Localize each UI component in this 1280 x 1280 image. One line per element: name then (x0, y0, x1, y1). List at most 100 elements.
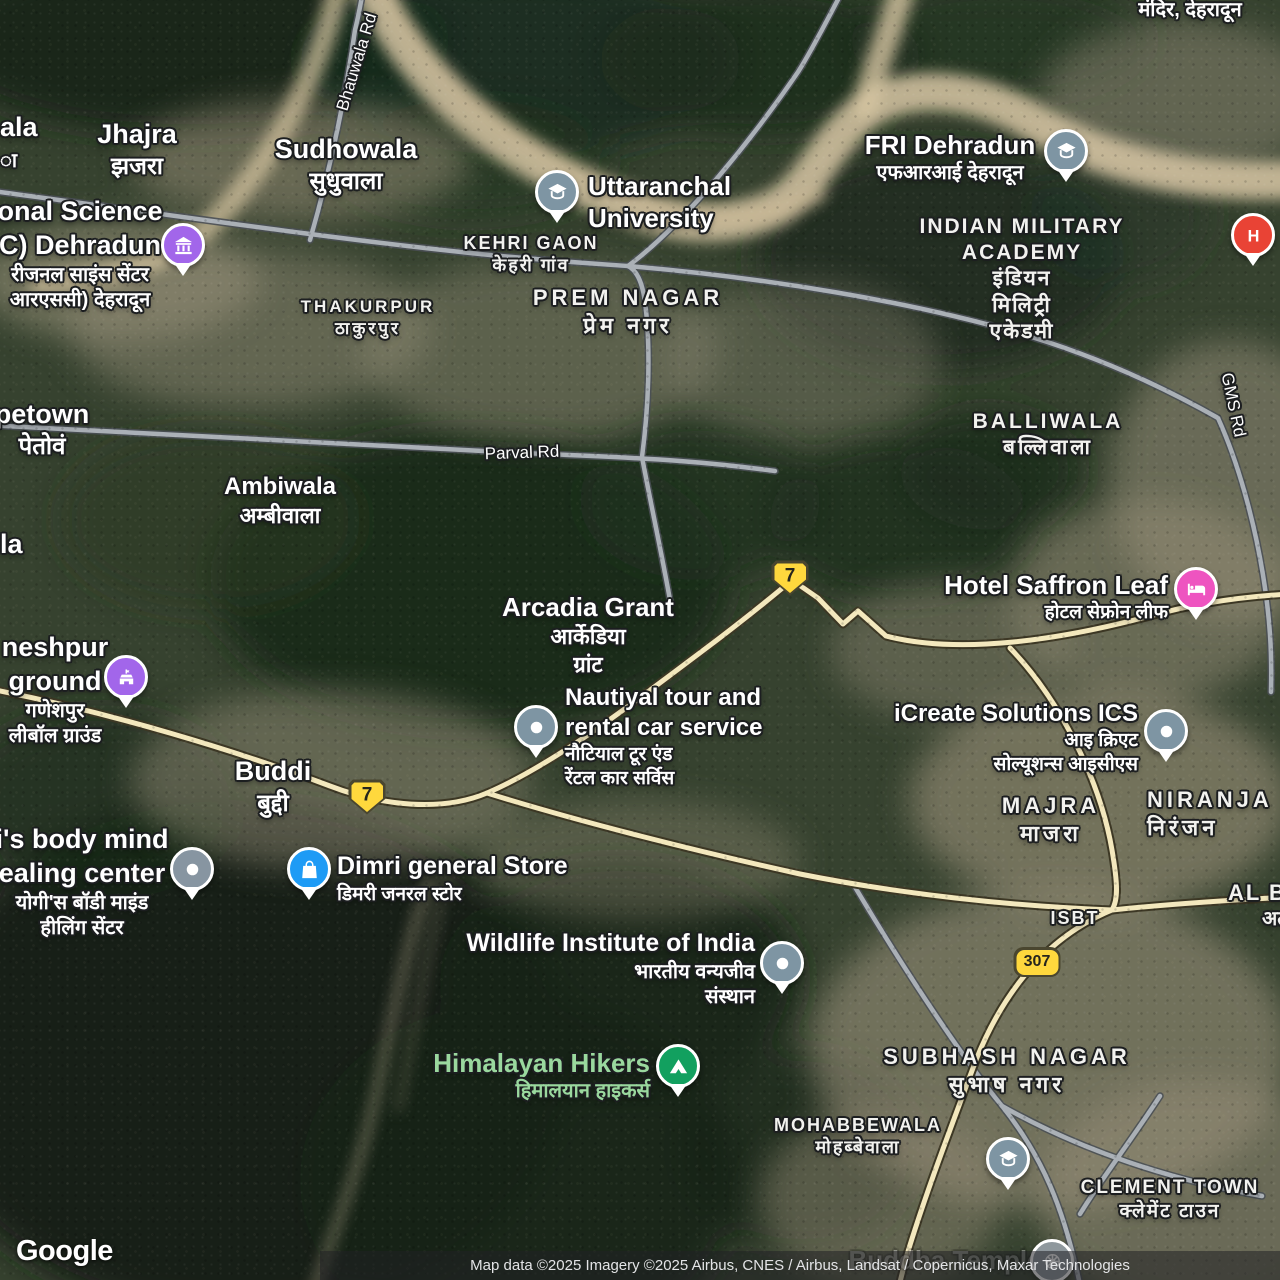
map-label-ala-hindi-fragment: ा (0, 149, 17, 174)
bag-icon (298, 858, 321, 881)
school-icon (997, 1148, 1020, 1171)
map-label-line: इंडियन (920, 266, 1125, 292)
map-label-line: PREM NAGAR (533, 284, 723, 312)
map-label-line: Buddi (235, 755, 311, 789)
tent-icon (667, 1055, 690, 1078)
map-label-arcadia-grant[interactable]: Arcadia Grantआर्केडियाग्रांट (502, 591, 674, 679)
map-label-wildlife-institute[interactable]: Wildlife Institute of Indiaभारतीय वन्यजी… (466, 928, 755, 1009)
map-label-line: iCreate Solutions ICS (894, 699, 1138, 729)
google-maps-satellite-canvas[interactable]: alaाJhajraझजराSudhowalaसुधुवालाonal Scie… (0, 0, 1280, 1280)
map-label-line: petown (0, 398, 89, 432)
dot-icon (1155, 720, 1178, 743)
map-label-line: neshpur (2, 631, 109, 665)
map-label-line: रीजनल साइंस सेंटर (0, 263, 163, 288)
map-label-line: हिमालयान हाइकर्स (433, 1079, 650, 1104)
map-label-clement-town: CLEMENT TOWNक्लेमेंट टाउन (1081, 1176, 1260, 1224)
svg-text:H: H (1247, 227, 1259, 245)
map-label-line: आइ क्रिएट (894, 729, 1138, 753)
map-label-line: CLEMENT TOWN (1081, 1176, 1260, 1200)
road-label-bhauwala-rd: Bhauwala Rd (333, 11, 382, 114)
map-label-icreate-solutions[interactable]: iCreate Solutions ICSआइ क्रिएटसोल्यूशन्स… (894, 699, 1138, 777)
map-label-mandir-dehradun[interactable]: मंदिर, देहरादून (1138, 0, 1241, 23)
map-label-kehri-gaon: KEHRI GAONकेहरी गांव (463, 232, 598, 277)
map-label-line: प्रेम नगर (533, 312, 723, 340)
map-label-ganeshpur-ground[interactable]: neshpurgroundगणेशपुरलीबॉल ग्राउंड (2, 631, 109, 749)
map-label-line: ठाकुरपुर (301, 318, 436, 339)
clement-school-pin[interactable] (986, 1137, 1030, 1181)
map-label-line: KEHRI GAON (463, 232, 598, 255)
map-label-balliwala: BALLIWALAबल्लिवाला (973, 409, 1124, 462)
map-label-line: योगी'स बॉडी माइंड (0, 891, 168, 916)
map-label-himalayan-hikers[interactable]: Himalayan Hikersहिमालयान हाइकर्स (433, 1047, 650, 1105)
map-label-line: निरंजन (1147, 814, 1273, 842)
map-label-line: ealing center (0, 857, 168, 891)
map-label-la-fragment: la (0, 528, 23, 562)
map-label-line: Uttaranchal (588, 170, 731, 203)
map-label-line: अम्बीवाला (224, 502, 336, 530)
map-label-al-b: AL B (1228, 879, 1280, 907)
map-label-mohabbewala: MOHABBEWALAमोहब्बेवाला (774, 1114, 942, 1159)
map-label-line: बुद्दी (235, 789, 311, 819)
map-label-hotel-saffron-leaf[interactable]: Hotel Saffron Leafहोटल सेफ्रोन लीफ (944, 569, 1168, 625)
regional-science-centre-pin[interactable] (161, 223, 205, 267)
map-label-line: Arcadia Grant (502, 591, 674, 624)
map-label-line: रेंटल कार सर्विस (565, 767, 762, 791)
dot-icon (771, 952, 794, 975)
map-label-fri-dehradun[interactable]: FRI Dehradunएफआरआई देहरादून (865, 129, 1035, 187)
map-label-al-b-hindi: अत (1262, 907, 1280, 932)
map-label-ambiwala: Ambiwalaअम्बीवाला (224, 472, 336, 530)
google-logo[interactable]: Google (16, 1235, 113, 1268)
map-label-prem-nagar: PREM NAGARप्रेम नगर (533, 284, 723, 339)
map-label-line: मोहब्बेवाला (774, 1136, 942, 1159)
map-label-line: NIRANJA (1147, 786, 1273, 814)
map-label-line: सुधुवाला (275, 167, 418, 197)
yogi-healing-center-pin[interactable] (170, 847, 214, 891)
icreate-pin[interactable] (1144, 709, 1188, 753)
himalayan-hikers-pin[interactable] (656, 1044, 700, 1088)
map-label-buddi: Buddiबुद्दी (235, 755, 311, 819)
map-label-line: ा (0, 149, 17, 174)
ganeshpur-ground-pin[interactable] (104, 655, 148, 699)
map-label-line: THAKURPUR (301, 296, 436, 317)
school-icon (546, 181, 569, 204)
map-label-line: i's body mind (0, 823, 168, 857)
route-shield-route-7-east: 7 (772, 561, 809, 596)
map-label-niranjanpur: NIRANJAनिरंजन (1147, 786, 1273, 841)
map-label-line: भारतीय वन्यजीव (466, 960, 755, 985)
map-label-line: सोल्यूशन्स आइसीएस (894, 753, 1138, 777)
uttaranchal-university-pin[interactable] (535, 170, 579, 214)
map-label-line: बल्लिवाला (973, 435, 1124, 461)
museum-icon (172, 234, 195, 257)
nautiyal-pin[interactable] (514, 705, 558, 749)
map-label-nautiyal-car-service[interactable]: Nautiyal tour andrental car serviceनौटिय… (565, 683, 762, 791)
route-shield-route-307: 307 (1014, 947, 1061, 977)
map-label-sudhowala: Sudhowalaसुधुवाला (275, 133, 418, 197)
map-label-indian-military-academy: INDIAN MILITARYACADEMYइंडियनमिलिट्रीएकेड… (920, 214, 1125, 345)
map-label-line: University (588, 202, 731, 235)
map-label-line: Sudhowala (275, 133, 418, 167)
map-label-line: BALLIWALA (973, 409, 1124, 435)
bed-icon (1185, 578, 1208, 601)
map-label-jhajra: Jhajraझजरा (97, 118, 177, 182)
road-label-gms-rd: GMS Rd (1216, 371, 1249, 439)
hospital-pin[interactable]: H (1231, 213, 1275, 257)
dimri-store-pin[interactable] (287, 847, 331, 891)
map-label-line: आरएससी) देहरादून (0, 288, 163, 313)
map-label-dimri-general-store[interactable]: Dimri general Storeडिमरी जनरल स्टोर (337, 851, 568, 906)
map-label-line: la (0, 528, 23, 562)
map-label-line: होटल सेफ्रोन लीफ (944, 601, 1168, 625)
map-label-line: झजरा (97, 152, 177, 182)
map-label-line: नौटियाल टूर एंड (565, 743, 762, 767)
route-shield-number: 307 (1016, 950, 1058, 975)
map-label-uttaranchal-university[interactable]: UttaranchalUniversity (588, 170, 731, 235)
map-label-line: Himalayan Hikers (433, 1047, 650, 1080)
map-label-line: onal Science (0, 195, 163, 229)
map-label-line: डिमरी जनरल स्टोर (337, 883, 568, 907)
map-label-line: संस्थान (466, 985, 755, 1010)
map-label-yogi-healing-center[interactable]: i's body mindealing centerयोगी'स बॉडी मा… (0, 823, 168, 941)
wildlife-institute-pin[interactable] (760, 941, 804, 985)
hotel-saffron-leaf-pin[interactable] (1174, 567, 1218, 611)
fri-dehradun-pin[interactable] (1044, 129, 1088, 173)
map-label-regional-science-centre[interactable]: onal ScienceC) Dehradunरीजनल साइंस सेंटर… (0, 195, 163, 313)
stadium-icon (115, 666, 138, 689)
